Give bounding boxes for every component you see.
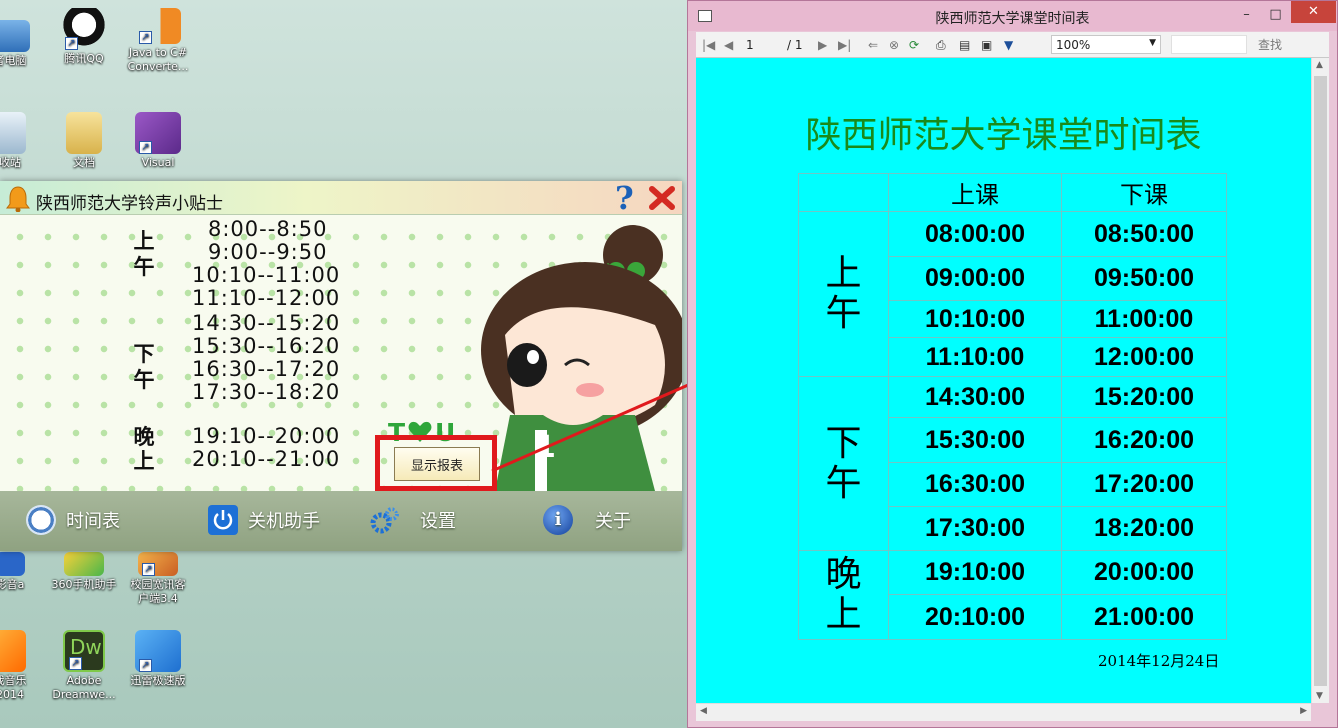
scroll-thumb[interactable] [1314, 76, 1327, 686]
scroll-right-icon[interactable]: ▶ [1300, 706, 1307, 716]
search-button[interactable]: 查找 [1258, 38, 1282, 52]
end-time-cell: 21:00:00 [1061, 594, 1227, 640]
header-blank [798, 173, 889, 212]
start-time-cell: 10:10:00 [888, 300, 1062, 338]
search-input[interactable] [1171, 35, 1247, 54]
col-header-end: 下课 [1061, 173, 1227, 212]
start-time-cell: 16:30:00 [888, 462, 1062, 507]
end-time-cell: 11:00:00 [1061, 300, 1227, 338]
period-name: 上午 [825, 253, 862, 334]
start-time-cell: 20:10:00 [888, 594, 1062, 640]
print-layout-icon[interactable]: ▤ [959, 38, 970, 52]
first-page-icon[interactable]: |◀ [702, 38, 715, 52]
vertical-scrollbar[interactable]: ▲ ▼ [1311, 58, 1329, 703]
col-header-start: 上课 [888, 173, 1062, 212]
end-time-cell: 17:20:00 [1061, 462, 1227, 507]
report-toolbar: |◀ ◀ 1 / 1 ▶ ▶| ⇐ ⊗ ⟳ ⎙ ▤ ▣ ▼ 100% ▼ 查找 [696, 32, 1329, 58]
end-time-cell: 09:50:00 [1061, 256, 1227, 301]
report-heading: 陕西师范大学课堂时间表 [805, 115, 1202, 156]
back-icon[interactable]: ⇐ [868, 38, 878, 52]
last-page-icon[interactable]: ▶| [838, 38, 851, 52]
start-time-cell: 17:30:00 [888, 506, 1062, 551]
end-time-cell: 18:20:00 [1061, 506, 1227, 551]
scroll-down-icon[interactable]: ▼ [1316, 691, 1323, 701]
report-date: 2014年12月24日 [1098, 652, 1220, 670]
page-number-input[interactable]: 1 [746, 38, 784, 52]
zoom-value: 100% [1056, 38, 1091, 52]
minimize-button[interactable]: – [1233, 5, 1260, 25]
period-cell-afternoon: 下午 [798, 376, 889, 551]
report-window-titlebar[interactable]: 陕西师范大学课堂时间表 – □ ✕ [688, 1, 1337, 31]
page-setup-icon[interactable]: ▣ [981, 38, 992, 52]
start-time-cell: 11:10:00 [888, 337, 1062, 377]
prev-page-icon[interactable]: ◀ [724, 38, 733, 52]
report-window: 陕西师范大学课堂时间表 – □ ✕ |◀ ◀ 1 / 1 ▶ ▶| ⇐ ⊗ ⟳ … [687, 0, 1338, 728]
start-time-cell: 09:00:00 [888, 256, 1062, 301]
export-icon[interactable]: ▼ [1004, 38, 1013, 52]
chevron-down-icon: ▼ [1149, 38, 1156, 48]
start-time-cell: 08:00:00 [888, 211, 1062, 257]
page-total: / 1 [787, 38, 803, 52]
refresh-icon[interactable]: ⟳ [909, 38, 919, 52]
report-page: 陕西师范大学课堂时间表 上课 下课 上午 08:00:00 08:50:00 0… [696, 58, 1311, 703]
scroll-left-icon[interactable]: ◀ [700, 706, 707, 716]
period-cell-morning: 上午 [798, 211, 889, 377]
maximize-button[interactable]: □ [1262, 5, 1289, 25]
stop-icon[interactable]: ⊗ [889, 38, 899, 52]
end-time-cell: 15:20:00 [1061, 376, 1227, 418]
zoom-select[interactable]: 100% ▼ [1051, 35, 1161, 54]
end-time-cell: 20:00:00 [1061, 550, 1227, 595]
start-time-cell: 19:10:00 [888, 550, 1062, 595]
scroll-up-icon[interactable]: ▲ [1316, 60, 1323, 70]
timetable-table: 上课 下课 上午 08:00:00 08:50:00 09:00:00 09:5… [798, 173, 1227, 640]
end-time-cell: 16:20:00 [1061, 417, 1227, 463]
close-button[interactable]: ✕ [1291, 1, 1336, 23]
next-page-icon[interactable]: ▶ [818, 38, 827, 52]
start-time-cell: 14:30:00 [888, 376, 1062, 418]
start-time-cell: 15:30:00 [888, 417, 1062, 463]
print-icon[interactable]: ⎙ [936, 38, 946, 52]
period-name: 下午 [825, 422, 862, 504]
end-time-cell: 08:50:00 [1061, 211, 1227, 257]
period-cell-evening: 晚上 [798, 550, 889, 640]
horizontal-scrollbar[interactable]: ◀ ▶ [696, 703, 1311, 721]
period-name: 晚上 [825, 554, 862, 635]
end-time-cell: 12:00:00 [1061, 337, 1227, 377]
